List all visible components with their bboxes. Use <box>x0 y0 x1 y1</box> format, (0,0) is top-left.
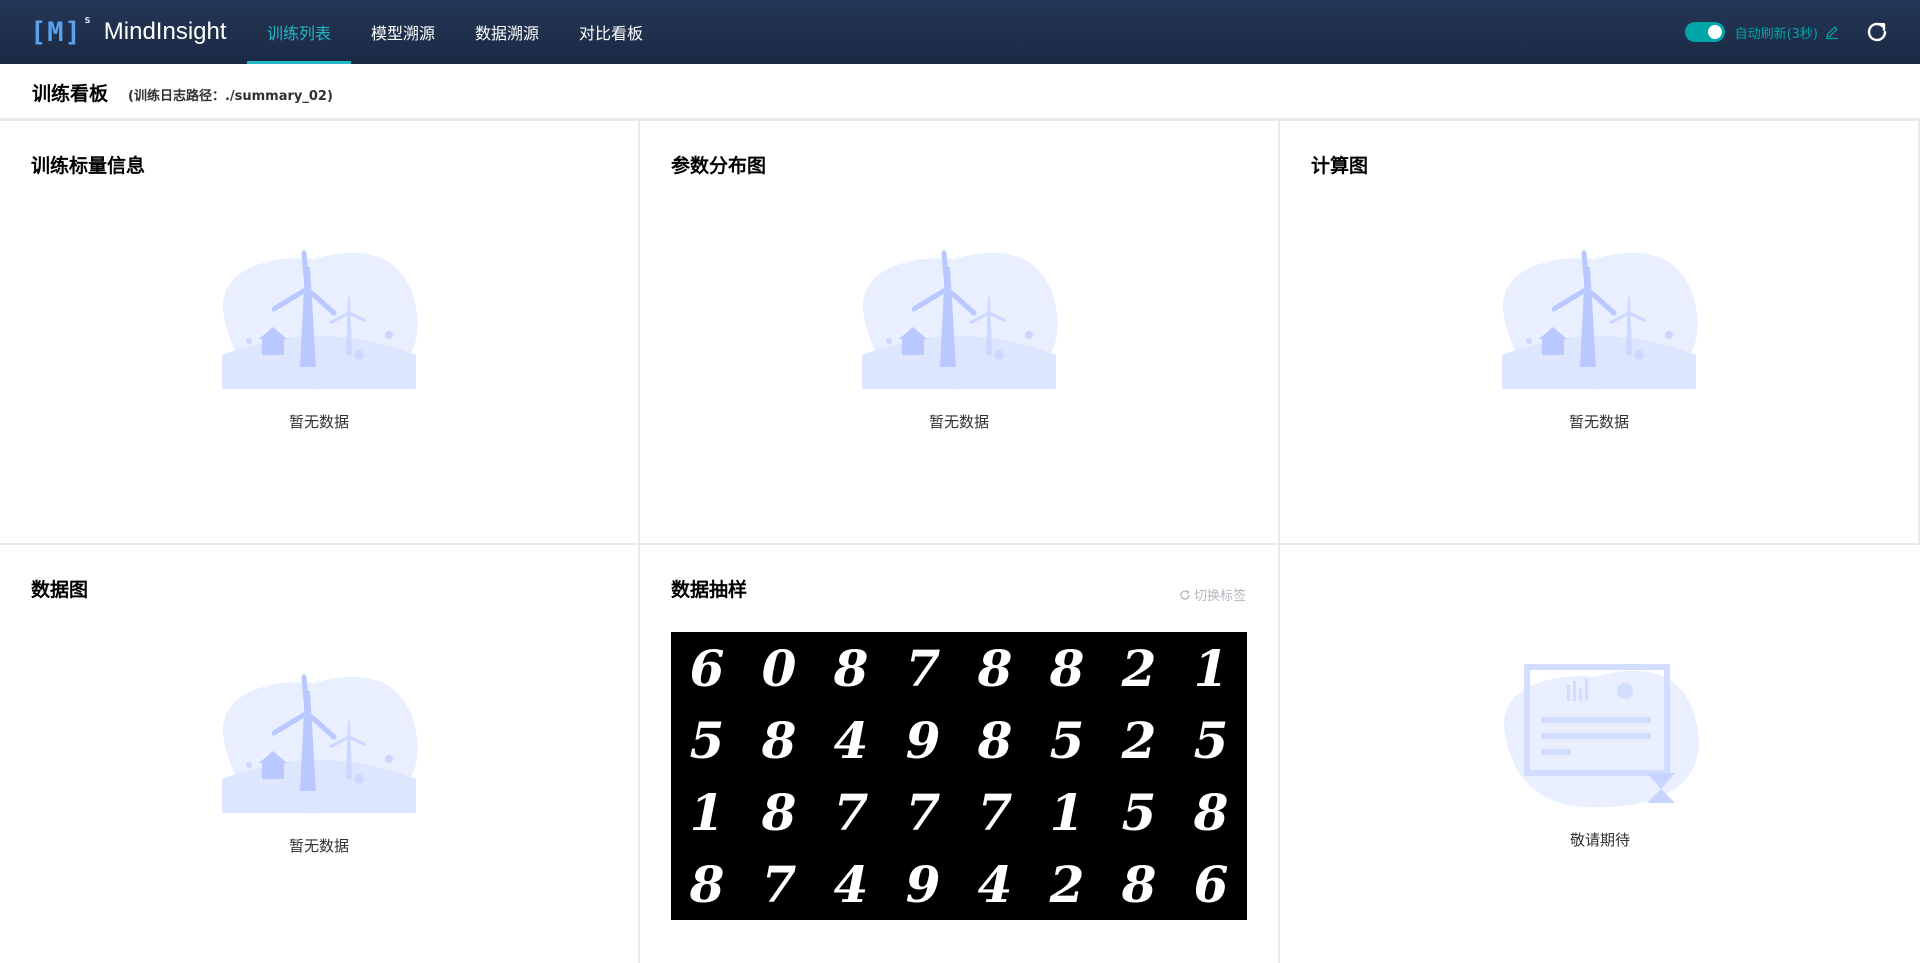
sample-digit: 4 <box>977 854 1013 914</box>
coming-soon-illustration-icon <box>1503 664 1699 808</box>
page-title: 训练看板 <box>32 83 109 105</box>
toolbar: 自动刷新(3秒) <box>1684 0 1890 64</box>
main-nav: 训练列表 模型溯源 数据溯源 对比看板 <box>247 0 663 64</box>
no-data-illustration-icon <box>222 674 418 814</box>
graph-card[interactable]: 计算图 暂无数据 <box>1280 121 1920 545</box>
coming-soon-state: 敬请期待 <box>1280 655 1920 850</box>
switch-icon <box>1180 589 1190 600</box>
sample-digit: 7 <box>833 782 869 842</box>
sample-digit: 0 <box>761 638 797 698</box>
sample-digit: 8 <box>833 638 869 698</box>
card-title: 计算图 <box>1311 155 1369 177</box>
sample-digit: 2 <box>1121 638 1157 698</box>
sample-digit: 4 <box>833 710 869 770</box>
empty-text: 暂无数据 <box>928 413 989 431</box>
sample-digit: 9 <box>905 854 941 914</box>
data-graph-card[interactable]: 数据图 暂无数据 <box>0 545 640 963</box>
no-data-illustration-icon <box>222 250 418 390</box>
sample-digit: 8 <box>689 854 725 914</box>
sample-digit: 8 <box>1049 638 1085 698</box>
auto-refresh-toggle[interactable] <box>1684 22 1725 42</box>
nav-data-lineage[interactable]: 数据溯源 <box>455 0 559 64</box>
sample-image-grid[interactable]: 6 0 8 7 8 8 2 1 5 8 4 9 8 5 2 5 1 8 7 7 … <box>671 632 1247 920</box>
sample-digit: 2 <box>1049 854 1085 914</box>
empty-state: 暂无数据 <box>0 661 638 856</box>
no-data-illustration-icon <box>862 250 1058 390</box>
empty-state: 暂无数据 <box>0 237 638 432</box>
top-navigation-bar: [M] s MindInsight 训练列表 模型溯源 数据溯源 对比看板 自动刷… <box>0 0 1920 64</box>
no-data-illustration-icon <box>1502 250 1698 390</box>
sample-digit: 5 <box>1121 782 1157 842</box>
sample-digit: 7 <box>761 854 797 914</box>
card-title: 参数分布图 <box>671 155 767 177</box>
log-path: (训练日志路径：./summary_02) <box>128 89 333 104</box>
page-header: 训练看板 (训练日志路径：./summary_02) <box>0 64 1920 121</box>
sample-digit: 9 <box>905 710 941 770</box>
card-title: 数据图 <box>31 579 89 601</box>
sample-digit: 5 <box>1193 710 1229 770</box>
empty-text: 暂无数据 <box>1568 413 1629 431</box>
card-title: 数据抽样 <box>671 579 748 601</box>
app-logo[interactable]: [M] s MindInsight <box>30 12 227 50</box>
switch-tag-label: 切换标签 <box>1193 589 1246 604</box>
sample-digit: 8 <box>1193 782 1229 842</box>
sample-digit: 1 <box>689 782 725 842</box>
sample-digit: 7 <box>905 638 941 698</box>
sample-digit: 5 <box>689 710 725 770</box>
logo-mark: [M] s <box>30 12 92 48</box>
scalar-card[interactable]: 训练标量信息 暂无数据 <box>0 121 640 545</box>
coming-soon-card: 敬请期待 <box>1280 545 1920 963</box>
coming-soon-text: 敬请期待 <box>1569 831 1630 849</box>
sample-digit: 7 <box>905 782 941 842</box>
edit-icon[interactable] <box>1824 24 1840 40</box>
sample-digit: 1 <box>1049 782 1085 842</box>
app-name: MindInsight <box>103 18 227 45</box>
sample-digit: 8 <box>977 710 1013 770</box>
card-title: 训练标量信息 <box>31 155 146 177</box>
sample-digit: 8 <box>977 638 1013 698</box>
nav-training-list[interactable]: 训练列表 <box>247 0 352 64</box>
refresh-icon[interactable] <box>1864 19 1890 45</box>
nav-model-lineage[interactable]: 模型溯源 <box>351 0 455 64</box>
histogram-card[interactable]: 参数分布图 暂无数据 <box>640 121 1280 545</box>
sample-digit: 5 <box>1049 710 1085 770</box>
switch-tag-button[interactable]: 切换标签 <box>1179 585 1246 604</box>
auto-refresh-label: 自动刷新(3秒) <box>1734 26 1818 42</box>
sample-digit: 1 <box>1193 638 1229 698</box>
empty-state: 暂无数据 <box>1280 237 1918 432</box>
sample-digit: 6 <box>1193 854 1229 914</box>
sample-digit: 8 <box>761 782 797 842</box>
empty-text: 暂无数据 <box>288 837 349 855</box>
sample-digit: 7 <box>977 782 1013 842</box>
image-card[interactable]: 数据抽样 切换标签 6 0 8 7 8 8 2 1 5 8 4 9 8 5 2 … <box>640 545 1280 963</box>
sample-digit: 8 <box>1121 854 1157 914</box>
nav-compare-board[interactable]: 对比看板 <box>559 0 663 64</box>
sample-digit: 8 <box>761 710 797 770</box>
sample-digit: 6 <box>689 638 725 698</box>
dashboard-grid: 训练标量信息 暂无数据 参数分布图 暂无数据 计算图 暂无数据 数据图 暂无数据… <box>0 121 1920 963</box>
sample-digit: 2 <box>1121 710 1157 770</box>
empty-text: 暂无数据 <box>288 413 349 431</box>
sample-digit: 4 <box>833 854 869 914</box>
empty-state: 暂无数据 <box>640 237 1278 432</box>
